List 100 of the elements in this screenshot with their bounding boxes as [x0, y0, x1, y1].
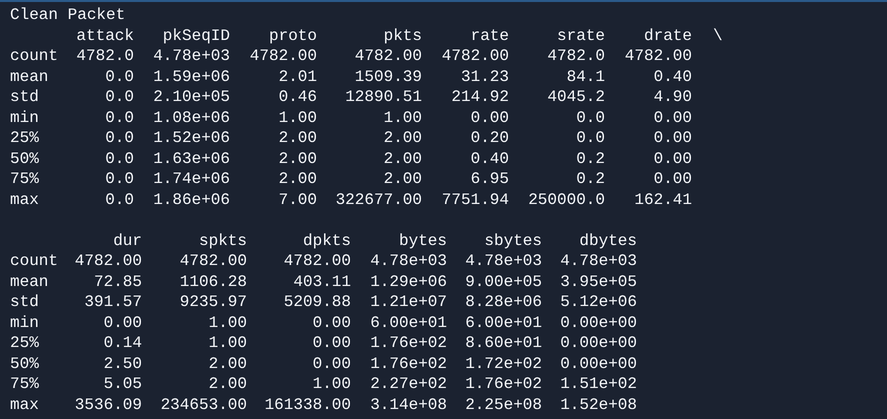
table-cell-text: 0.0 — [104, 108, 134, 128]
column-header: drate — [642, 26, 692, 46]
table-cell-text: 4.78e+03 — [369, 251, 447, 272]
column-header: dur — [112, 230, 142, 251]
row-label: 50% — [10, 354, 40, 374]
table-cell-text: 214.92 — [450, 87, 509, 108]
table-cell-text: 2.00 — [278, 128, 317, 148]
table-cell-text: 2.00 — [208, 374, 247, 394]
row-label: 75% — [10, 169, 40, 190]
table-cell-text: 0.0 — [104, 87, 134, 108]
table-cell-text: 4782.00 — [440, 46, 509, 66]
column-header: dbytes — [578, 230, 637, 251]
row-label: count — [10, 46, 60, 66]
column-header: rate — [470, 26, 509, 46]
table-cell-text: 6.00e+01 — [369, 312, 447, 333]
table-cell-text: 2.00 — [382, 148, 422, 169]
row-label: std — [10, 87, 40, 108]
table-cell-text: 4782.00 — [74, 251, 142, 272]
table-cell-text: 1.76e+02 — [464, 374, 542, 394]
table-cell-text: 2.25e+08 — [464, 394, 542, 415]
column-header: attack — [75, 26, 134, 46]
table-cell-text: 1.59e+06 — [152, 66, 230, 87]
table-cell-text: 1.52e+08 — [559, 394, 637, 415]
row-label: std — [10, 292, 40, 312]
table-cell-text: 3.95e+05 — [559, 272, 637, 292]
table-cell-text: 0.00 — [102, 312, 142, 333]
table-cell-text: 0.40 — [652, 66, 692, 87]
table-cell-text: 4045.2 — [546, 87, 605, 108]
table-cell-text: 4782.00 — [354, 46, 422, 66]
row-label: count — [10, 251, 60, 272]
table-cell-text: 0.2 — [575, 169, 605, 190]
table-cell-text: 403.11 — [292, 272, 351, 292]
table-cell-text: 161338.00 — [264, 394, 351, 415]
row-label: 25% — [10, 128, 40, 148]
table-cell-text: 0.00 — [470, 108, 509, 128]
table-cell-text: 391.57 — [83, 292, 142, 312]
column-header: pkts — [382, 26, 422, 46]
row-label: mean — [10, 272, 50, 292]
table-cell-text: 4.78e+03 — [464, 251, 542, 272]
table-cell-text: 2.00 — [382, 169, 422, 190]
row-label: min — [10, 312, 40, 333]
row-label: max — [10, 394, 40, 415]
table-cell-text: 0.14 — [102, 333, 142, 354]
table-cell-text: 0.40 — [470, 148, 509, 169]
table-cell-text: 0.0 — [104, 190, 134, 210]
table-cell-text: 2.00 — [382, 128, 422, 148]
table-cell-text: 1.76e+02 — [369, 354, 447, 374]
table-cell-text: 4782.00 — [178, 251, 247, 272]
table-cell-text: 7751.94 — [440, 190, 509, 210]
table-cell-text: 0.46 — [278, 87, 317, 108]
table-cell-text: 12890.51 — [344, 87, 422, 108]
table-cell-text: 0.00 — [312, 333, 351, 354]
column-header: srate — [556, 26, 605, 46]
table-cell-text: 1.29e+06 — [369, 272, 447, 292]
table-cell-text: 1.00 — [208, 312, 247, 333]
table-cell-text: 0.00e+00 — [559, 333, 637, 354]
output-title: Clean Packet — [10, 5, 126, 26]
table-cell-text: 1.00 — [208, 333, 247, 354]
table-cell-text: 1.72e+02 — [464, 354, 542, 374]
table-cell-text: 4.78e+03 — [152, 46, 230, 66]
table-cell-text: 3.14e+08 — [369, 394, 447, 415]
row-label: 25% — [10, 333, 40, 354]
table-cell-text: 2.10e+05 — [152, 87, 230, 108]
table-cell-text: 5209.88 — [282, 292, 351, 312]
table-cell-text: 0.00e+00 — [559, 312, 637, 333]
table-cell-text: 162.41 — [633, 190, 692, 210]
table-cell-text: 0.0 — [104, 148, 134, 169]
table-cell-text: 6.95 — [470, 169, 509, 190]
table-cell-text: 0.0 — [575, 128, 605, 148]
table-cell-text: 2.27e+02 — [369, 374, 447, 394]
table-cell-text: 6.00e+01 — [464, 312, 542, 333]
table-cell-text: 0.00 — [652, 169, 692, 190]
column-header: bytes — [398, 230, 447, 251]
table-cell-text: 1.08e+06 — [152, 108, 230, 128]
table-cell-text: 0.0 — [104, 128, 134, 148]
row-label: min — [10, 108, 40, 128]
table-cell-text: 4.90 — [652, 87, 692, 108]
table-cell-text: 3536.09 — [74, 394, 142, 415]
table-cell-text: 4782.00 — [248, 46, 317, 66]
column-header: spkts — [198, 230, 247, 251]
row-label: 50% — [10, 148, 40, 169]
line-continuation: \ — [713, 26, 723, 44]
table-cell-text: 0.20 — [470, 128, 509, 148]
column-header: proto — [268, 26, 317, 46]
table-cell-text: 1.52e+06 — [152, 128, 230, 148]
table-cell-text: 234653.00 — [160, 394, 247, 415]
table-cell-text: 1.76e+02 — [369, 333, 447, 354]
table-cell-text: 1.74e+06 — [152, 169, 230, 190]
table-cell-text: 4782.0 — [75, 46, 134, 66]
table-cell-text: 0.00 — [652, 148, 692, 169]
table-cell-text: 250000.0 — [527, 190, 605, 210]
table-cell-text: 9.00e+05 — [464, 272, 542, 292]
table-cell-text: 4782.00 — [282, 251, 351, 272]
table-cell-text: 84.1 — [566, 66, 605, 87]
table-cell-text: 0.00 — [312, 312, 351, 333]
table-cell-text: 1509.39 — [354, 66, 422, 87]
table-cell-text: 8.60e+01 — [464, 333, 542, 354]
row-label: 75% — [10, 374, 40, 394]
table-cell-text: 9235.97 — [178, 292, 247, 312]
table-cell-text: 2.00 — [278, 148, 317, 169]
